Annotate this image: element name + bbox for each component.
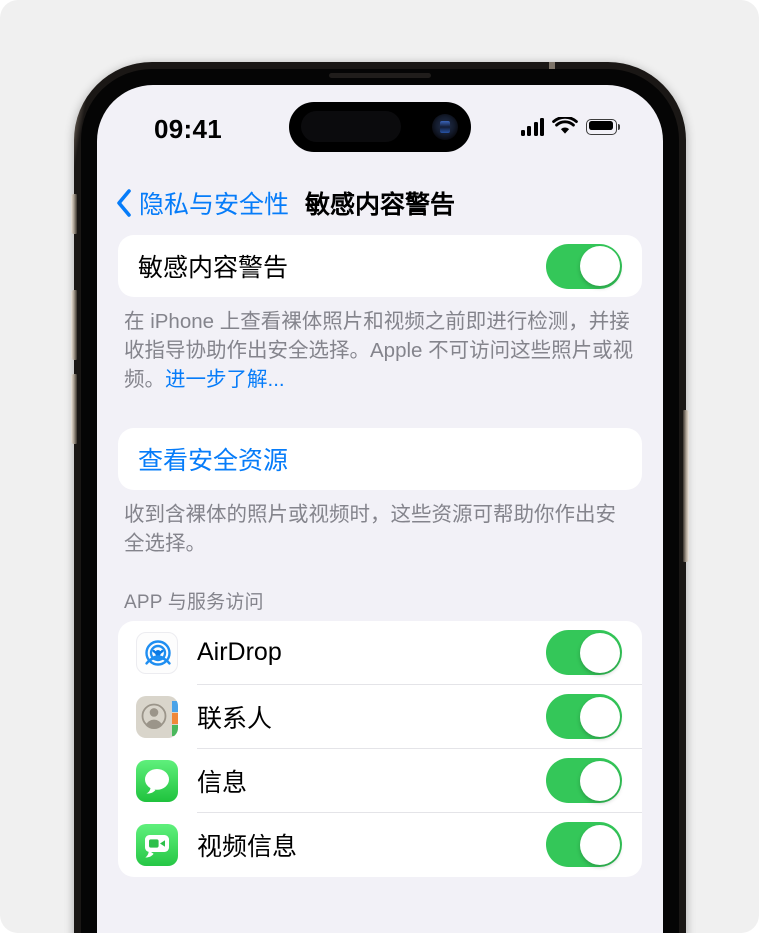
volume-down-button[interactable] bbox=[71, 374, 77, 444]
dynamic-island-pill bbox=[301, 111, 401, 142]
back-button[interactable]: 隐私与安全性 bbox=[116, 185, 289, 221]
app-toggle-messages[interactable] bbox=[546, 758, 622, 804]
chevron-left-icon bbox=[117, 189, 131, 217]
navigation-bar: 隐私与安全性 敏感内容警告 bbox=[97, 178, 663, 228]
cellular-signal-icon bbox=[520, 117, 544, 136]
settings-content: 敏感内容警告 在 iPhone 上查看裸体照片和视频之前即进行检测，并接收指导协… bbox=[97, 235, 663, 933]
safety-resources-card: 查看安全资源 bbox=[118, 428, 642, 491]
app-label-video-messages: 视频信息 bbox=[197, 832, 298, 861]
iphone-screen: 09:41 隐私与安全性 敏感内容警告 敏感内容警告 在 iPhone 上查看裸… bbox=[97, 85, 663, 933]
apps-section-header: APP 与服务访问 bbox=[124, 591, 264, 613]
app-toggle-video-messages[interactable] bbox=[546, 822, 622, 868]
page-root: 09:41 隐私与安全性 敏感内容警告 敏感内容警告 在 iPhone 上查看裸… bbox=[0, 0, 759, 933]
front-camera-lens bbox=[432, 114, 458, 140]
toggle-knob bbox=[579, 696, 620, 737]
sensitive-content-warning-card: 敏感内容警告 bbox=[118, 235, 642, 297]
app-toggle-airdrop[interactable] bbox=[546, 630, 622, 676]
wifi-icon bbox=[552, 117, 578, 134]
safety-resources-label: 查看安全资源 bbox=[138, 447, 289, 476]
app-row-contacts[interactable]: 联系人 bbox=[118, 685, 642, 749]
app-label-airdrop: AirDrop bbox=[197, 638, 282, 667]
app-row-messages[interactable]: 信息 bbox=[118, 749, 642, 813]
toggle-knob bbox=[579, 760, 620, 801]
battery-level-fill bbox=[588, 121, 613, 131]
back-button-label: 隐私与安全性 bbox=[139, 191, 290, 219]
video-messages-icon bbox=[136, 823, 178, 866]
sensitive-content-warning-row[interactable]: 敏感内容警告 bbox=[118, 235, 642, 297]
app-label-messages: 信息 bbox=[197, 768, 248, 797]
volume-up-button[interactable] bbox=[71, 290, 77, 360]
safety-resources-row[interactable]: 查看安全资源 bbox=[118, 428, 642, 490]
safety-resources-footnote: 收到含裸体的照片或视频时，这些资源可帮助你作出安全选择。 bbox=[124, 503, 616, 556]
toggle-knob bbox=[579, 632, 620, 673]
app-toggle-contacts[interactable] bbox=[546, 694, 622, 740]
toggle-knob bbox=[579, 246, 620, 286]
battery-icon bbox=[586, 118, 621, 135]
battery-terminal bbox=[617, 124, 621, 131]
learn-more-link[interactable]: 进一步了解... bbox=[165, 368, 285, 391]
app-row-video-messages[interactable]: 视频信息 bbox=[118, 813, 642, 877]
antenna-band-line bbox=[549, 62, 555, 69]
toggle-knob bbox=[579, 824, 620, 865]
airdrop-icon bbox=[136, 631, 178, 674]
status-bar-indicators bbox=[520, 117, 621, 136]
messages-icon bbox=[136, 759, 178, 802]
action-button[interactable] bbox=[71, 194, 77, 234]
dynamic-island[interactable] bbox=[289, 102, 471, 152]
sensitive-content-warning-footnote: 在 iPhone 上查看裸体照片和视频之前即进行检测，并接收指导协助作出安全选择… bbox=[124, 307, 636, 394]
page-title: 敏感内容警告 bbox=[305, 191, 456, 219]
iphone-device-frame: 09:41 隐私与安全性 敏感内容警告 敏感内容警告 在 iPhone 上查看裸… bbox=[71, 62, 689, 933]
sensitive-content-warning-label: 敏感内容警告 bbox=[138, 254, 289, 282]
status-bar-clock: 09:41 bbox=[154, 114, 222, 144]
apps-list-card: AirDrop 联系人 信息 视频信息 bbox=[118, 620, 642, 877]
app-row-airdrop[interactable]: AirDrop bbox=[118, 621, 642, 685]
app-label-contacts: 联系人 bbox=[197, 704, 273, 733]
sensitive-content-warning-toggle[interactable] bbox=[546, 243, 622, 289]
contacts-icon bbox=[136, 695, 178, 738]
earpiece-speaker-grille bbox=[329, 73, 431, 78]
power-button[interactable] bbox=[683, 410, 689, 562]
